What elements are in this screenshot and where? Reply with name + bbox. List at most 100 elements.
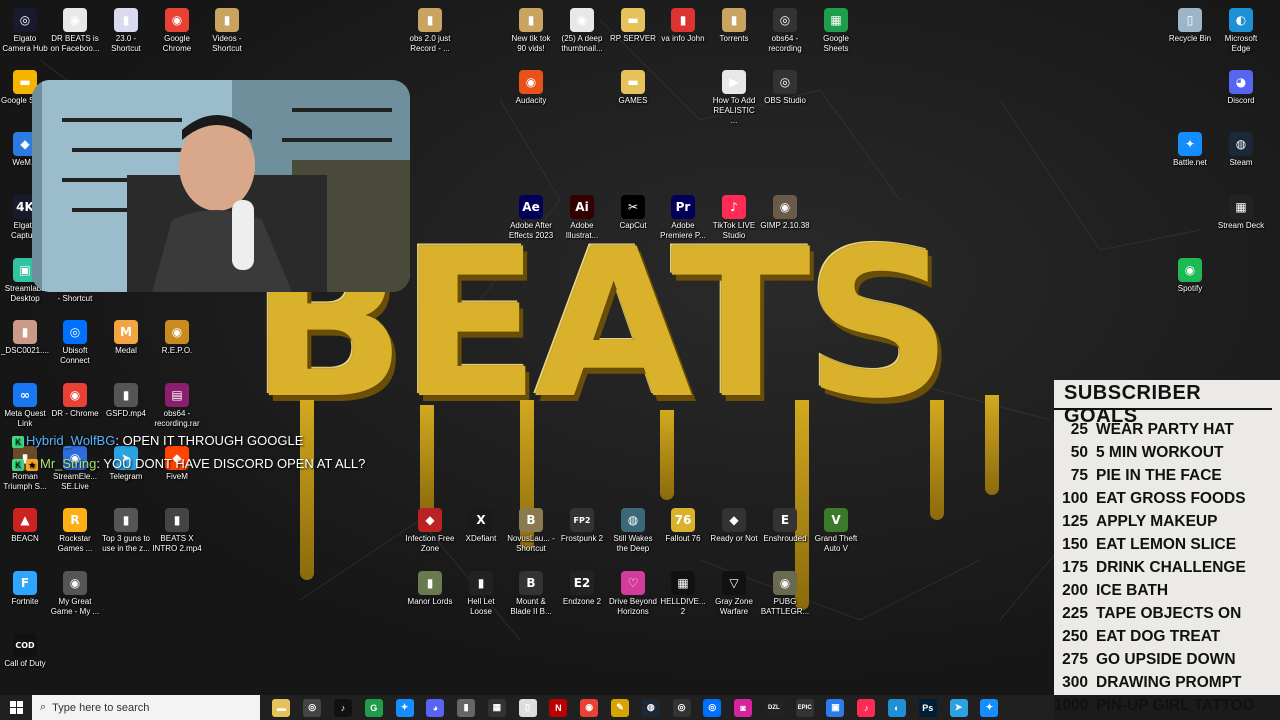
desktop-icon[interactable]: B NovusLau... - Shortcut: [506, 508, 556, 554]
desktop-icon[interactable]: R Rockstar Games ...: [50, 508, 100, 554]
desktop-icon[interactable]: ◎ obs64 - recording: [760, 8, 810, 54]
desktop-icon[interactable]: ◉ DR - Chrome: [50, 383, 100, 419]
desktop-icon[interactable]: COD Call of Duty: [0, 633, 50, 669]
desktop-icon[interactable]: ◆ Infection Free Zone: [405, 508, 455, 554]
desktop-icon[interactable]: ◆ Ready or Not: [709, 508, 759, 544]
desktop-icon-label: Grand Theft Auto V: [814, 534, 858, 553]
desktop-icon[interactable]: FP2 Frostpunk 2: [557, 508, 607, 544]
desktop-icon[interactable]: ▦ Google Sheets: [811, 8, 861, 54]
taskbar-stream-deck-icon[interactable]: ▦: [487, 698, 506, 717]
desktop-icon[interactable]: ▬ RP SERVER: [608, 8, 658, 44]
desktop-icon[interactable]: ▦ Stream Deck: [1216, 195, 1266, 231]
desktop-icon[interactable]: ✦ Battle.net: [1165, 132, 1215, 168]
desktop-icon[interactable]: ▮ GSFD.mp4: [101, 383, 151, 419]
taskbar-pen-icon[interactable]: ✎: [610, 698, 629, 717]
taskbar-battle-net-icon[interactable]: ✦: [395, 698, 414, 717]
desktop-icon[interactable]: E2 Endzone 2: [557, 571, 607, 607]
desktop-icon-label: Adobe Illustrat...: [565, 221, 599, 240]
desktop-icon[interactable]: ∞ Meta Quest Link: [0, 383, 50, 429]
desktop-icon[interactable]: ▮ Torrents: [709, 8, 759, 44]
taskbar-photos-icon[interactable]: ▣: [826, 698, 845, 717]
desktop-icon[interactable]: ▮ Hell Let Loose: [456, 571, 506, 617]
start-button[interactable]: [0, 695, 32, 720]
desktop-icon[interactable]: ▯ Recycle Bin: [1165, 8, 1215, 44]
desktop-icon[interactable]: ♪ TikTok LIVE Studio: [709, 195, 759, 241]
desktop-icon[interactable]: ▦ HELLDIVE... 2: [658, 571, 708, 617]
desktop-icon[interactable]: E Enshrouded: [760, 508, 810, 544]
taskbar-dzl-icon[interactable]: DZL: [764, 698, 783, 717]
desktop-icon[interactable]: Pr Adobe Premiere P...: [658, 195, 708, 241]
taskbar-notepad-icon[interactable]: ▯: [518, 698, 537, 717]
desktop-icon[interactable]: ◉ Spotify: [1165, 258, 1215, 294]
desktop-icon[interactable]: ◉ PUBG BATTLEGR...: [760, 571, 810, 617]
app-icon: Ae: [519, 195, 543, 219]
taskbar-elgato-icon[interactable]: ◎: [672, 698, 691, 717]
taskbar-netflix-icon[interactable]: N: [549, 698, 568, 717]
taskbar-steam-icon[interactable]: ◍: [641, 698, 660, 717]
desktop-icon[interactable]: ◍ Steam: [1216, 132, 1266, 168]
desktop-icon[interactable]: ◉ My Great Game - My ...: [50, 571, 100, 617]
desktop-icon[interactable]: F Fortnite: [0, 571, 50, 607]
desktop-icon[interactable]: ◉ (25) A deep thumbnail...: [557, 8, 607, 54]
desktop-icon[interactable]: ▶ How To Add REALISTIC ...: [709, 70, 759, 126]
taskbar-tiktok-icon[interactable]: ♪: [333, 698, 352, 717]
desktop-icon[interactable]: ▤ obs64 - recording.rar: [152, 383, 202, 429]
desktop-icon[interactable]: ◉ GIMP 2.10.38: [760, 195, 810, 231]
taskbar-chrome-g-icon[interactable]: G: [364, 698, 383, 717]
desktop-icon[interactable]: M Medal: [101, 320, 151, 356]
taskbar-tiktok-live-icon[interactable]: ♪: [857, 698, 876, 717]
desktop-icon[interactable]: B Mount & Blade II B...: [506, 571, 556, 617]
desktop-icon[interactable]: V Grand Theft Auto V: [811, 508, 861, 554]
desktop-icon[interactable]: ◉ DR BEATS is on Faceboo...: [50, 8, 100, 54]
desktop-icon[interactable]: X XDefiant: [456, 508, 506, 544]
taskbar-edge-icon[interactable]: ◐: [888, 698, 907, 717]
desktop-icon[interactable]: ▮ _DSC0021....: [0, 320, 50, 356]
app-icon: ▮: [671, 8, 695, 32]
desktop-icon[interactable]: Ai Adobe Illustrat...: [557, 195, 607, 241]
desktop-icon[interactable]: ▮ obs 2.0 just Record - ...: [405, 8, 455, 54]
app-icon: ◉: [165, 8, 189, 32]
desktop-icon[interactable]: 76 Fallout 76: [658, 508, 708, 544]
taskbar-file-explorer-icon[interactable]: ▬: [272, 698, 291, 717]
desktop-icon[interactable]: ▮ 23.0 - Shortcut: [101, 8, 151, 54]
taskbar-epic-icon[interactable]: EPIC: [795, 698, 814, 717]
taskbar-discord-icon[interactable]: ◕: [426, 698, 445, 717]
taskbar-chrome-icon[interactable]: ◉: [580, 698, 599, 717]
goal-row: 175 DRINK CHALLENGE: [1054, 556, 1280, 579]
desktop-icon[interactable]: ◐ Microsoft Edge: [1216, 8, 1266, 54]
desktop-icon[interactable]: ▲ BEACN: [0, 508, 50, 544]
desktop-icon-label: Recycle Bin: [1168, 34, 1212, 43]
desktop-icon[interactable]: ✂ CapCut: [608, 195, 658, 231]
taskbar-battle-net-2-icon[interactable]: ✦: [980, 698, 999, 717]
taskbar-instagram-icon[interactable]: ◙: [734, 698, 753, 717]
desktop-icon[interactable]: ◍ Still Wakes the Deep: [608, 508, 658, 554]
taskbar-ubisoft-icon[interactable]: ◎: [703, 698, 722, 717]
desktop-icon[interactable]: ▮ BEATS X INTRO 2.mp4: [152, 508, 202, 554]
desktop-icon[interactable]: ♡ Drive Beyond Horizons: [608, 571, 658, 617]
desktop-icon[interactable]: ◕ Discord: [1216, 70, 1266, 106]
app-icon: ◎: [63, 320, 87, 344]
desktop-icon[interactable]: ▮ Top 3 guns to use in the z...: [101, 508, 151, 554]
desktop-icon[interactable]: ◉ Audacity: [506, 70, 556, 106]
desktop-icon[interactable]: ▬ GAMES: [608, 70, 658, 106]
desktop-icon[interactable]: ◎ OBS Studio: [760, 70, 810, 106]
desktop-icon[interactable]: Ae Adobe After Effects 2023: [506, 195, 556, 241]
taskbar-obs-icon[interactable]: ◎: [303, 698, 322, 717]
taskbar-search-box[interactable]: ⌕ Type here to search: [32, 695, 260, 720]
desktop-icon[interactable]: ▮ va info John: [658, 8, 708, 44]
taskbar-telegram-icon[interactable]: ➤: [949, 698, 968, 717]
desktop-icon[interactable]: ▮ Videos - Shortcut: [202, 8, 252, 54]
app-icon: ▬: [621, 8, 645, 32]
app-icon: ▮: [215, 8, 239, 32]
desktop-icon[interactable]: ◉ Google Chrome: [152, 8, 202, 54]
taskbar-mic-icon[interactable]: ▮: [457, 698, 476, 717]
goal-number: 25: [1070, 421, 1088, 438]
desktop-icon[interactable]: ▽ Gray Zone Warfare: [709, 571, 759, 617]
desktop-icon[interactable]: ▮ Manor Lords: [405, 571, 455, 607]
desktop-icon[interactable]: ◎ Elgato Camera Hub: [0, 8, 50, 54]
desktop-icon[interactable]: ◉ R.E.P.O.: [152, 320, 202, 356]
desktop-icon[interactable]: ▮ New tik tok 90 vids!: [506, 8, 556, 54]
taskbar-photoshop-icon[interactable]: Ps: [918, 698, 937, 717]
desktop-icon[interactable]: ◎ Ubisoft Connect: [50, 320, 100, 366]
app-icon: ∞: [13, 383, 37, 407]
